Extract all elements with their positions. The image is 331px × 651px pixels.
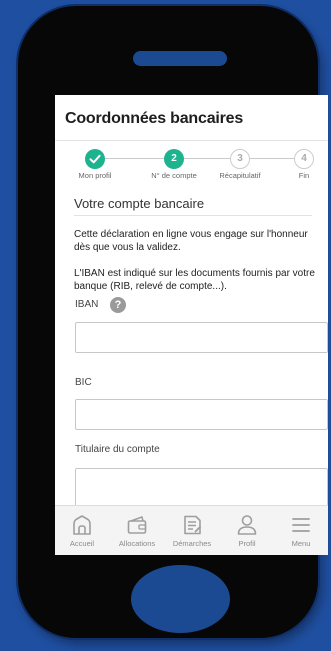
phone-frame: Coordonnées bancaires 2 3 4 Mon profil N… <box>18 6 328 638</box>
tab-menu[interactable]: Menu <box>274 506 328 555</box>
step-connector <box>96 158 164 159</box>
tab-allocations[interactable]: Allocations <box>110 506 164 555</box>
tab-demarches[interactable]: Démarches <box>165 506 219 555</box>
phone-home-button[interactable] <box>131 565 230 633</box>
user-icon <box>237 515 257 535</box>
iban-label: IBAN <box>75 299 99 310</box>
account-holder-field[interactable] <box>75 468 328 505</box>
step-label-fin: Fin <box>298 171 310 180</box>
phone-speaker <box>133 51 227 66</box>
tab-profil[interactable]: Profil <box>220 506 274 555</box>
document-icon <box>184 515 202 535</box>
bottom-tab-bar: Accueil Allocations Démarches Profil Men… <box>55 505 328 555</box>
step-1-done <box>85 149 105 169</box>
tab-label-menu: Menu <box>291 539 311 548</box>
form-content[interactable]: 2 3 4 Mon profil N° de compte Récapitula… <box>55 141 328 505</box>
bic-label: BIC <box>75 377 92 388</box>
tab-accueil[interactable]: Accueil <box>55 506 109 555</box>
step-4: 4 <box>294 149 314 169</box>
home-icon <box>73 515 91 535</box>
step-label-profil: Mon profil <box>78 171 112 180</box>
section-title: Votre compte bancaire <box>74 196 312 216</box>
progress-stepper: 2 3 4 Mon profil N° de compte Récapitula… <box>55 141 328 189</box>
iban-field[interactable] <box>75 322 328 353</box>
check-icon <box>89 154 101 164</box>
step-label-recapitulatif: Récapitulatif <box>219 171 261 180</box>
step-3: 3 <box>230 149 250 169</box>
page-title: Coordonnées bancaires <box>65 110 244 127</box>
step-connector <box>183 158 230 159</box>
bic-field[interactable] <box>75 399 328 430</box>
step-2-active: 2 <box>164 149 184 169</box>
declaration-text: Cette déclaration en ligne vous engage s… <box>74 229 308 253</box>
app-header: Coordonnées bancaires <box>55 95 328 140</box>
phone-screen: Coordonnées bancaires 2 3 4 Mon profil N… <box>55 95 328 555</box>
iban-info-text: L'IBAN est indiqué sur les documents fou… <box>74 268 315 292</box>
account-holder-label: Titulaire du compte <box>75 444 160 455</box>
wallet-icon <box>127 516 147 534</box>
help-icon[interactable]: ? <box>110 297 126 313</box>
step-label-compte: N° de compte <box>151 171 197 180</box>
menu-icon <box>292 518 310 532</box>
